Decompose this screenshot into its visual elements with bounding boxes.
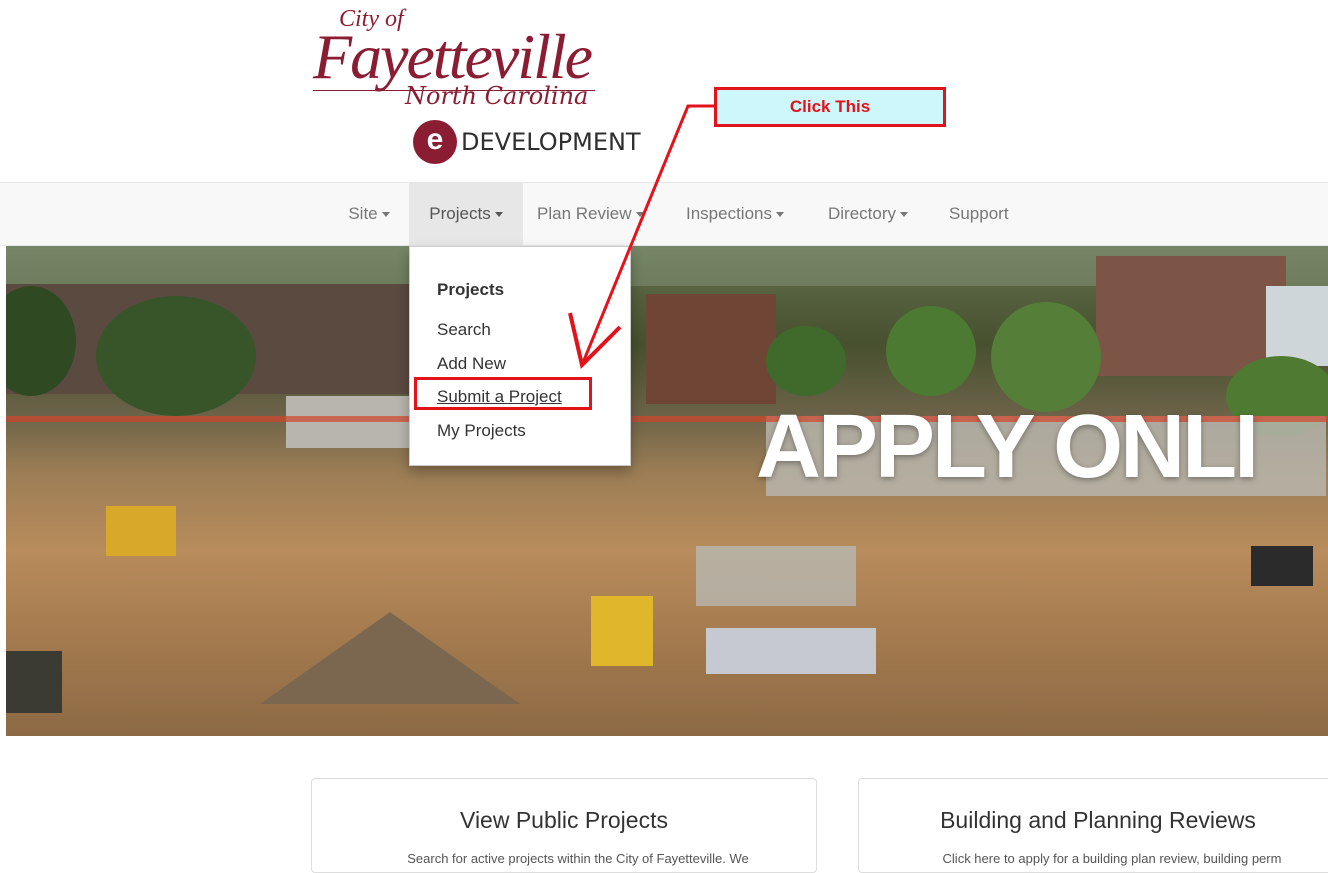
card-building-planning-reviews[interactable]: Building and Planning Reviews Click here… [858,778,1328,873]
card-description: Search for active projects within the Ci… [407,851,749,866]
card-title: View Public Projects [460,807,668,833]
card-view-public-projects[interactable]: View Public Projects Search for active p… [311,778,817,873]
annotation-arrow [568,104,714,369]
card-title: Building and Planning Reviews [940,807,1256,833]
card-description: Click here to apply for a building plan … [942,851,1282,866]
